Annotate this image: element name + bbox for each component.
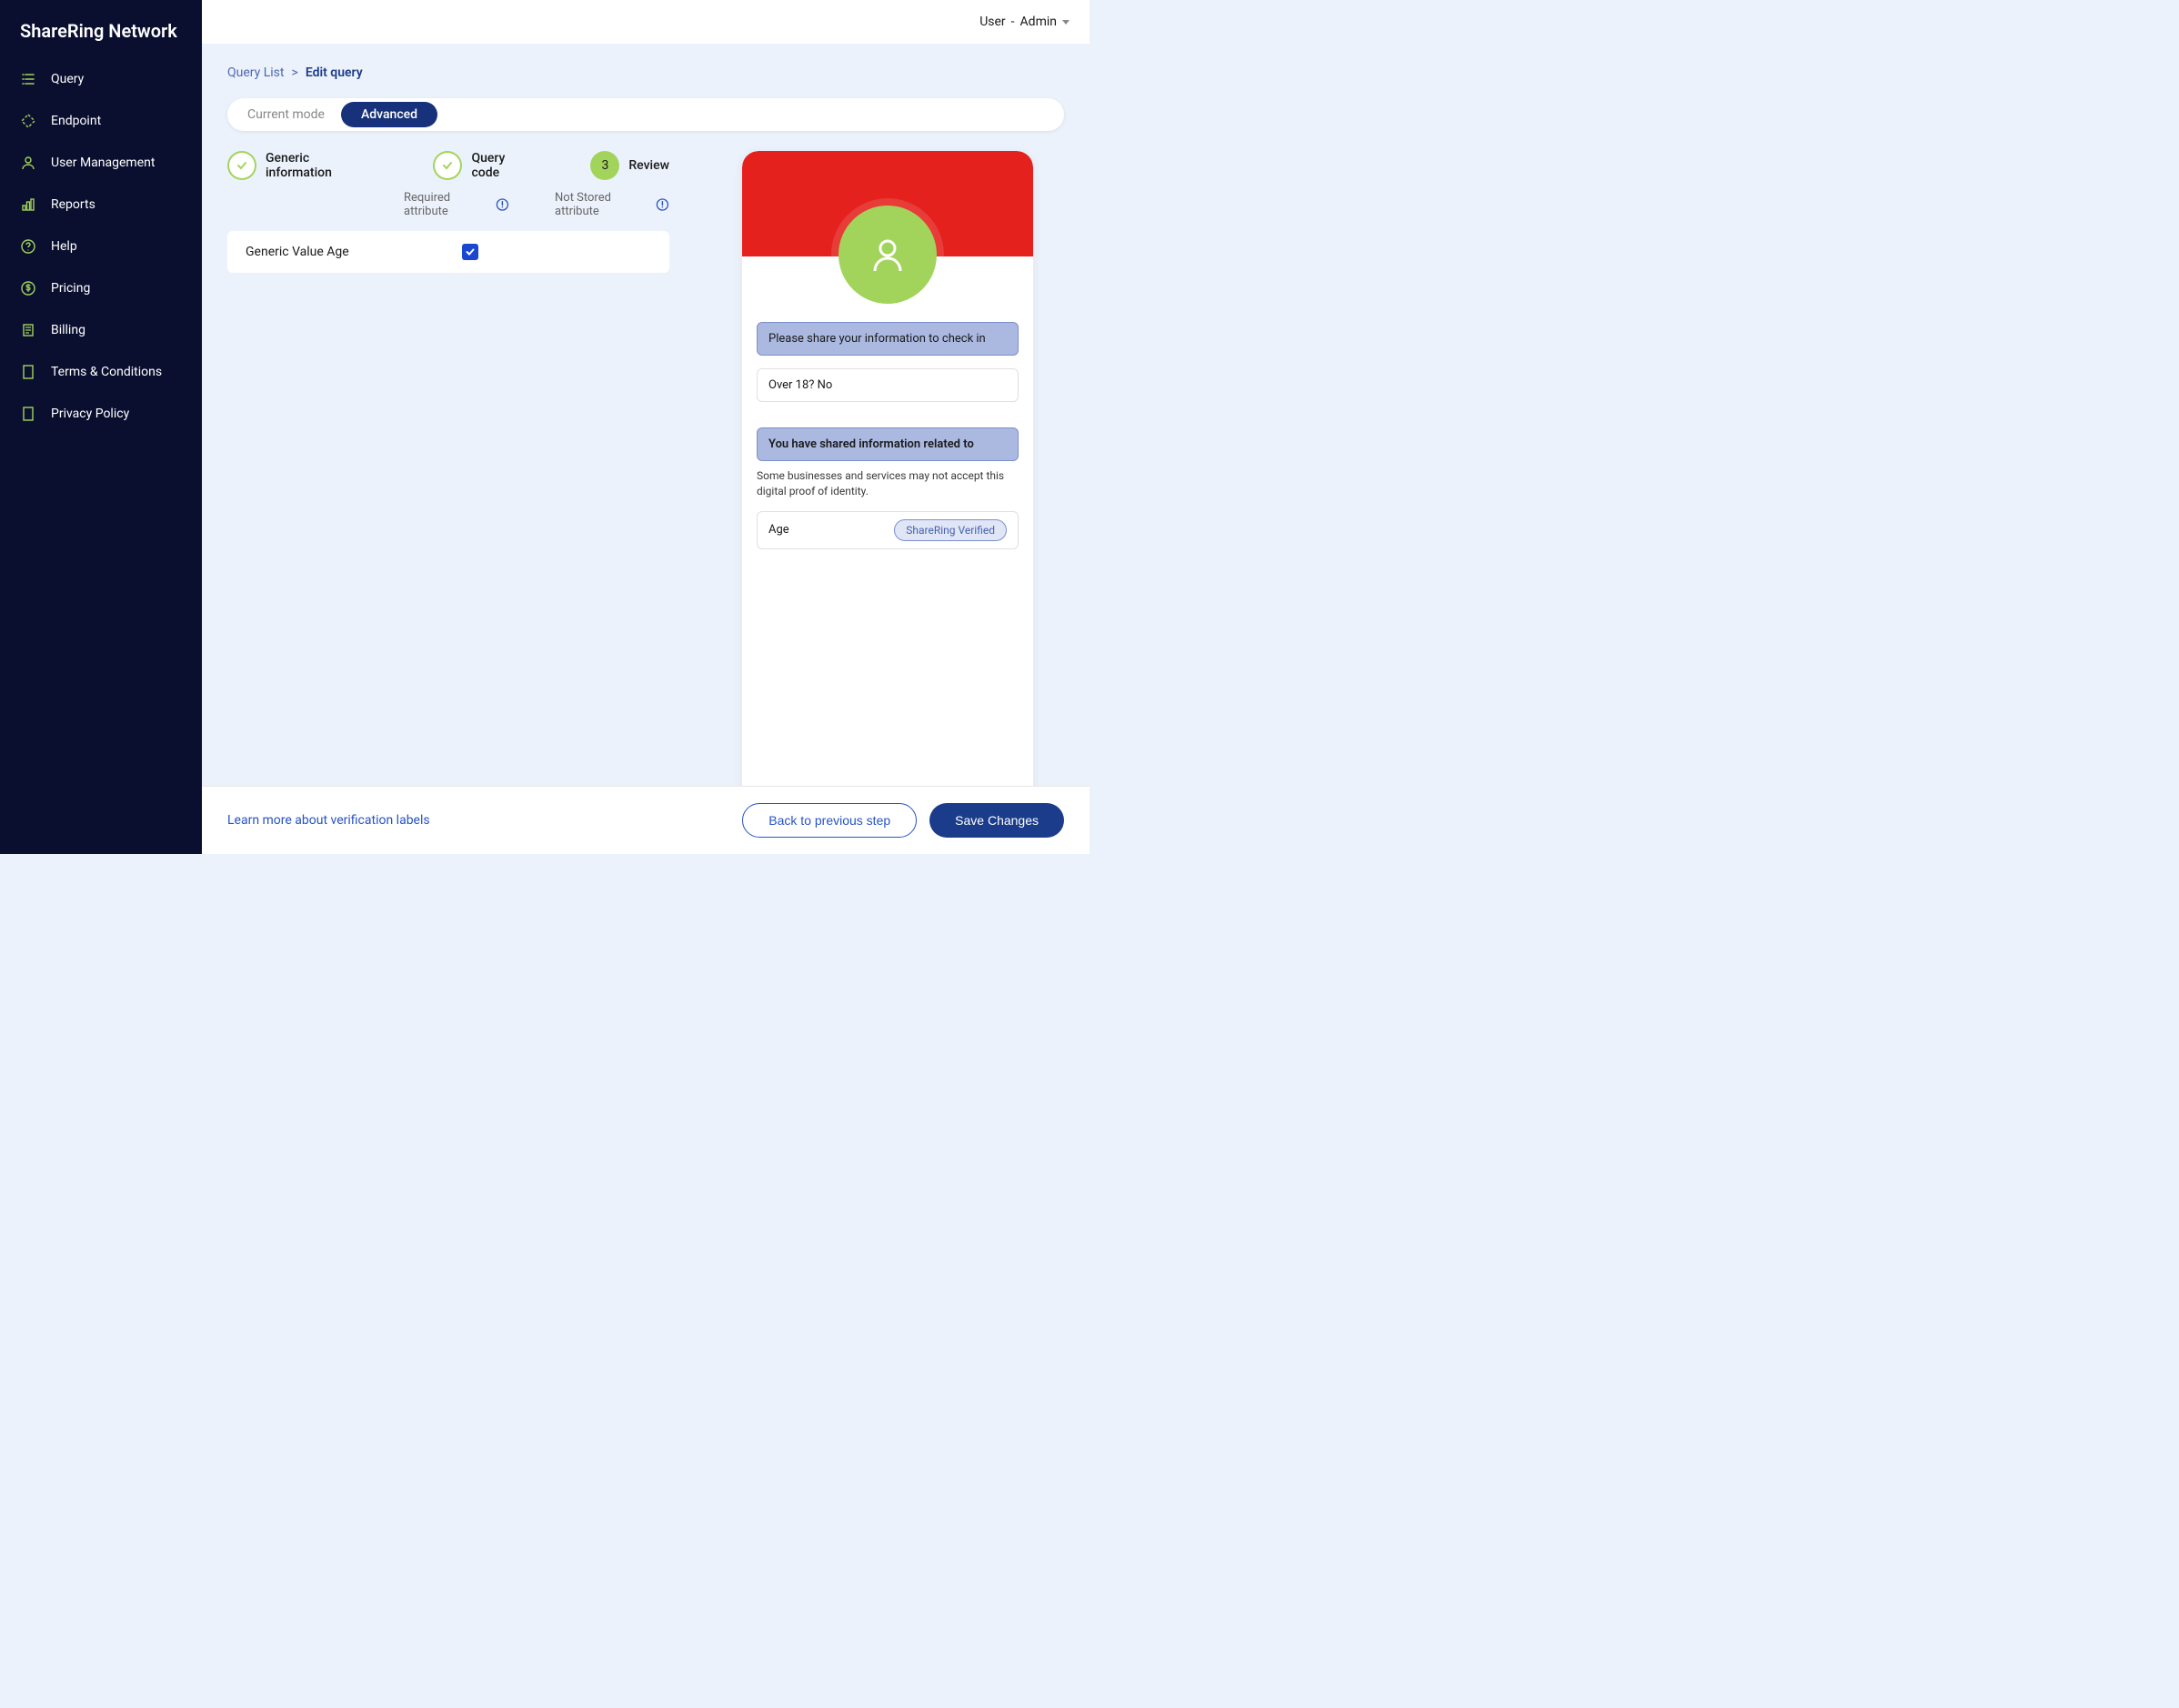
- avatar: [838, 206, 937, 304]
- logo: ShareRing Network: [0, 20, 202, 58]
- nav-help[interactable]: Help: [0, 226, 202, 267]
- nav-privacy[interactable]: Privacy Policy: [0, 393, 202, 435]
- attribute-label: Generic Value Age: [246, 245, 349, 259]
- mode-label: Current mode: [231, 102, 341, 127]
- separator: -: [1011, 15, 1015, 29]
- step-label: Generic information: [266, 151, 378, 180]
- step-number: 3: [590, 151, 619, 180]
- learn-more-link[interactable]: Learn more about verification labels: [227, 813, 430, 828]
- disclaimer: Some businesses and services may not acc…: [757, 468, 1019, 500]
- preview-card: Please share your information to check i…: [742, 151, 1033, 786]
- nav-label: Reports: [51, 197, 95, 212]
- user-avatar-icon: [866, 233, 909, 276]
- receipt-icon: [20, 322, 36, 338]
- info-icon: [496, 197, 509, 212]
- step-label: Query code: [471, 151, 536, 180]
- breadcrumb-parent[interactable]: Query List: [227, 65, 285, 80]
- step-complete-icon: [433, 151, 462, 180]
- verified-row: Age ShareRing Verified: [757, 511, 1019, 549]
- nav-user-management[interactable]: User Management: [0, 142, 202, 184]
- step-1[interactable]: Generic information: [227, 151, 378, 180]
- user-dropdown[interactable]: User - Admin: [979, 15, 1069, 29]
- share-prompt: Please share your information to check i…: [757, 322, 1019, 356]
- field-label: Age: [768, 523, 789, 537]
- mode-toggle[interactable]: Current mode Advanced: [227, 98, 1064, 131]
- sidebar: ShareRing Network Query Endpoint User Ma…: [0, 0, 202, 854]
- chart-icon: [20, 196, 36, 213]
- help-icon: [20, 238, 36, 255]
- nav-billing[interactable]: Billing: [0, 309, 202, 351]
- header: User - Admin: [202, 0, 1090, 44]
- nav-query[interactable]: Query: [0, 58, 202, 100]
- breadcrumb: Query List > Edit query: [227, 65, 1064, 80]
- legend: Required attribute Not Stored attribute: [227, 191, 669, 218]
- legend-not-stored: Not Stored attribute: [555, 191, 669, 218]
- nav-label: Query: [51, 72, 84, 86]
- step-label: Review: [628, 158, 669, 173]
- steps: Generic information Query code 3 Review: [227, 151, 669, 180]
- step-3[interactable]: 3 Review: [590, 151, 669, 180]
- list-icon: [20, 71, 36, 87]
- check-icon: [465, 246, 476, 257]
- step-2[interactable]: Query code: [433, 151, 536, 180]
- shared-title: You have shared information related to: [757, 427, 1019, 461]
- legend-required: Required attribute: [404, 191, 509, 218]
- nav-label: Endpoint: [51, 114, 101, 128]
- footer: Learn more about verification labels Bac…: [202, 786, 1090, 854]
- user-label: User: [979, 15, 1005, 29]
- nav-endpoint[interactable]: Endpoint: [0, 100, 202, 142]
- breadcrumb-current: Edit query: [306, 65, 363, 80]
- back-button[interactable]: Back to previous step: [742, 803, 917, 838]
- attribute-row: Generic Value Age: [227, 231, 669, 273]
- required-checkbox[interactable]: [462, 244, 478, 260]
- nav-label: Terms & Conditions: [51, 365, 162, 379]
- nav-label: Pricing: [51, 281, 90, 296]
- nav-reports[interactable]: Reports: [0, 184, 202, 226]
- nav-terms[interactable]: Terms & Conditions: [0, 351, 202, 393]
- document-outline-icon: [20, 406, 36, 422]
- legend-label: Required attribute: [404, 191, 490, 218]
- info-icon: [656, 197, 669, 212]
- nav-label: Billing: [51, 323, 85, 337]
- document-icon: [20, 364, 36, 380]
- diamond-icon: [20, 113, 36, 129]
- mode-active: Advanced: [341, 102, 437, 127]
- chevron-down-icon: [1062, 20, 1069, 25]
- save-button[interactable]: Save Changes: [929, 803, 1064, 838]
- user-icon: [20, 155, 36, 171]
- step-complete-icon: [227, 151, 256, 180]
- question-box: Over 18? No: [757, 368, 1019, 402]
- nav-label: Privacy Policy: [51, 407, 129, 421]
- breadcrumb-separator: >: [292, 65, 298, 80]
- nav-label: Help: [51, 239, 77, 254]
- verified-badge: ShareRing Verified: [894, 519, 1007, 541]
- nav-pricing[interactable]: Pricing: [0, 267, 202, 309]
- nav-label: User Management: [51, 156, 155, 170]
- role-label: Admin: [1020, 15, 1057, 29]
- legend-label: Not Stored attribute: [555, 191, 650, 218]
- dollar-icon: [20, 280, 36, 296]
